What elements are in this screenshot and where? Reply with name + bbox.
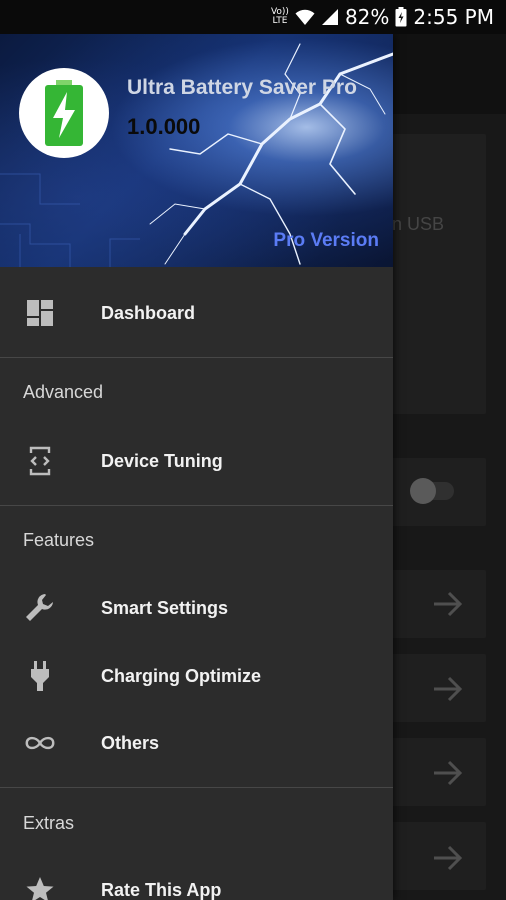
- volte-bottom-text: LTE: [272, 16, 288, 26]
- menu-item-label: Device Tuning: [101, 450, 223, 471]
- volte-indicator: Vo)) LTE: [271, 8, 289, 26]
- device-code-icon: [23, 444, 57, 478]
- wrench-icon: [23, 591, 57, 625]
- section-title-extras: Extras: [23, 813, 75, 833]
- wifi-icon: [295, 9, 315, 25]
- menu-item-label: Charging Optimize: [101, 665, 262, 686]
- menu-item-label: Others: [101, 732, 160, 753]
- clock: 2:55 PM: [413, 5, 494, 29]
- infinity-icon: [23, 726, 57, 760]
- navigation-drawer: Ultra Battery Saver Pro 1.0.000 Pro Vers…: [0, 34, 393, 900]
- pro-version-link[interactable]: Pro Version: [273, 230, 379, 252]
- menu-item-label: Rate This App: [101, 879, 222, 900]
- section-title-advanced: Advanced: [23, 382, 104, 402]
- menu-item-others[interactable]: Others: [0, 713, 393, 773]
- menu-item-device-tuning[interactable]: Device Tuning: [0, 431, 393, 491]
- dashboard-icon: [23, 296, 57, 330]
- menu-item-label: Dashboard: [101, 302, 196, 323]
- menu-item-charging-optimize[interactable]: Charging Optimize: [0, 646, 393, 706]
- plug-icon: [23, 659, 57, 693]
- menu-item-rate-this-app[interactable]: Rate This App: [0, 860, 393, 900]
- menu-item-smart-settings[interactable]: Smart Settings: [0, 578, 393, 638]
- section-title-features: Features: [23, 530, 95, 550]
- star-icon: [23, 873, 57, 900]
- menu-item-label: Smart Settings: [101, 597, 229, 618]
- drawer-header: Ultra Battery Saver Pro 1.0.000 Pro Vers…: [0, 34, 393, 267]
- battery-icon: [395, 7, 407, 27]
- status-bar: Vo)) LTE 82% 2:55 PM: [0, 0, 506, 34]
- app-title: Ultra Battery Saver Pro: [127, 76, 357, 99]
- battery-percent: 82%: [344, 5, 390, 29]
- divider: [0, 357, 393, 358]
- app-logo: [19, 68, 109, 158]
- app-version: 1.0.000: [127, 114, 201, 139]
- divider: [0, 787, 393, 788]
- divider: [0, 505, 393, 506]
- battery-charging-icon: [45, 80, 83, 146]
- signal-icon: [321, 9, 338, 25]
- menu-item-dashboard[interactable]: Dashboard: [0, 283, 393, 343]
